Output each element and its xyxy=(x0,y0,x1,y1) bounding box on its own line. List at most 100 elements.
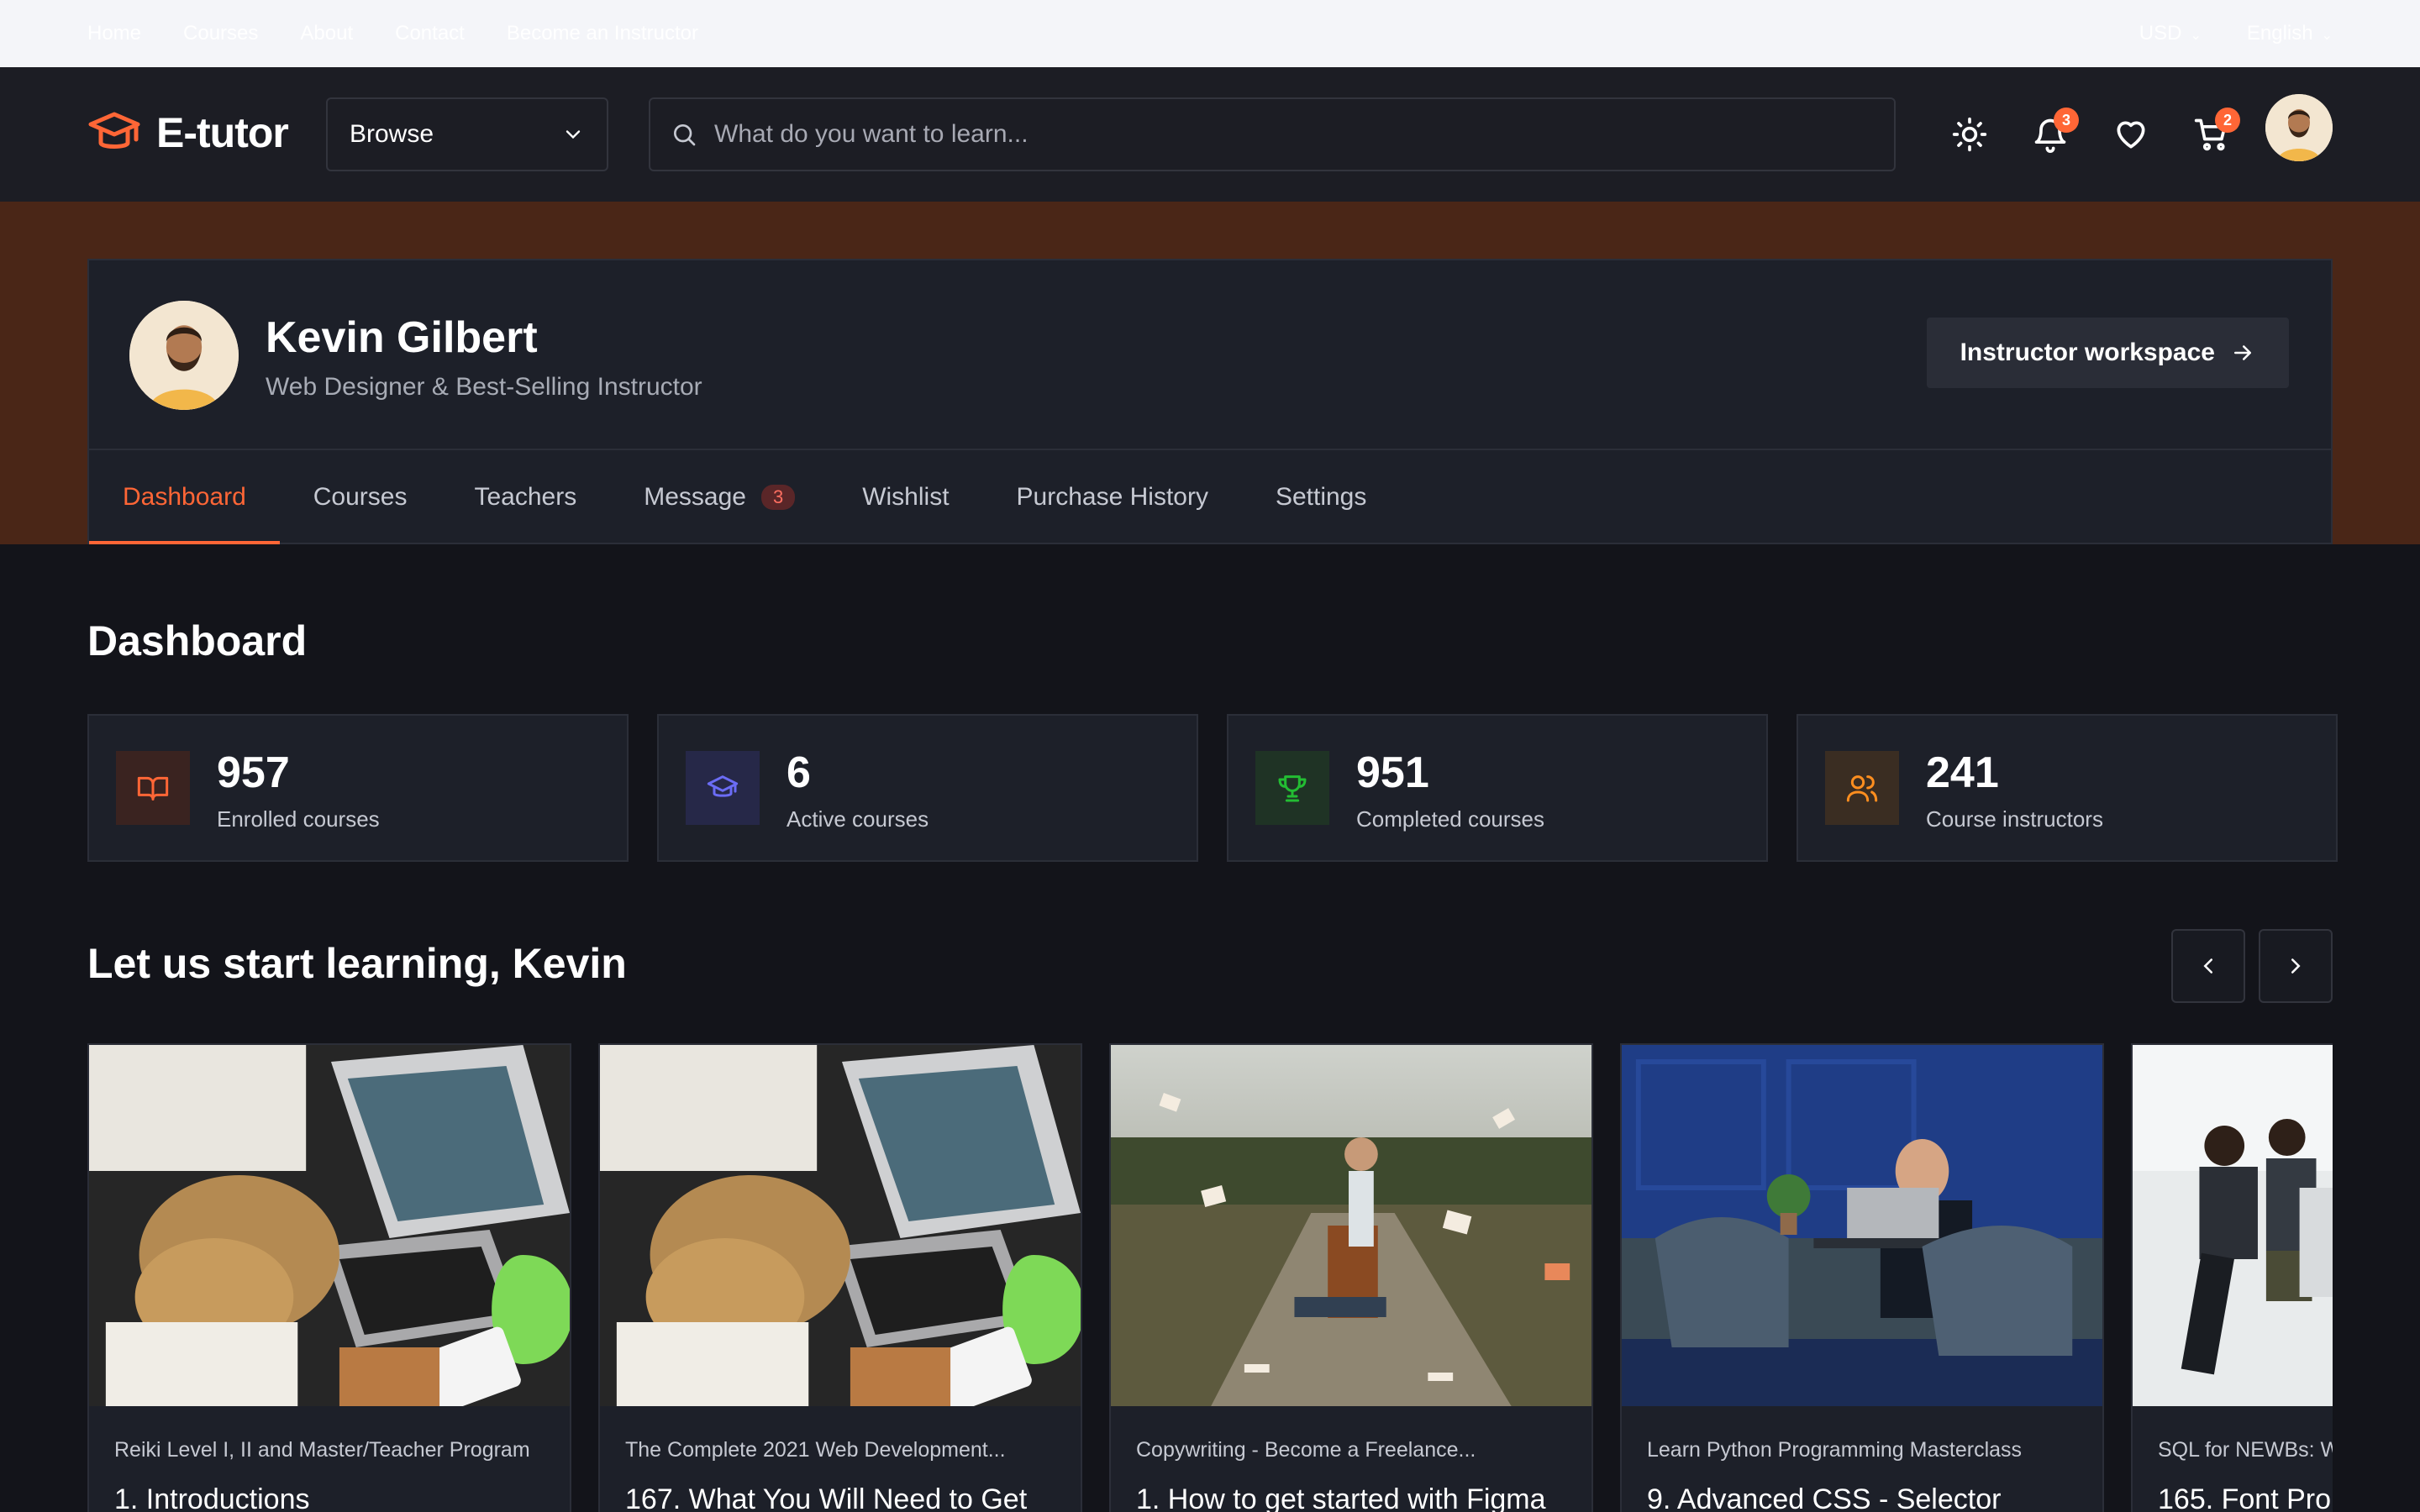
chevron-down-icon xyxy=(566,130,581,139)
stat-value: 6 xyxy=(786,748,811,797)
graduation-cap-icon xyxy=(707,775,739,797)
search-icon xyxy=(674,124,696,146)
course-card[interactable]: The Complete 2021 Web Development... 167… xyxy=(598,1043,1082,1512)
stat-value: 957 xyxy=(217,748,290,797)
stat-icon-box xyxy=(686,751,760,825)
heart-icon xyxy=(2117,121,2145,149)
tab-label: Wishlist xyxy=(862,483,950,511)
course-card[interactable]: Learn Python Programming Masterclass 9. … xyxy=(1620,1043,2104,1512)
course-title: SQL for NEWBs: W xyxy=(2158,1438,2333,1462)
course-thumbnail xyxy=(1622,1045,2102,1406)
tab-label: Message xyxy=(644,483,746,511)
tab-label: Courses xyxy=(313,483,408,511)
cart-button[interactable]: 2 xyxy=(2193,108,2240,156)
carousel-prev-button[interactable] xyxy=(2171,929,2245,1003)
avatar-image xyxy=(129,301,239,410)
chevron-right-icon xyxy=(2291,958,2301,974)
tab-label: Settings xyxy=(1275,483,1367,511)
course-card[interactable]: SQL for NEWBs: W 165. Font Prop xyxy=(2131,1043,2333,1512)
logo-text: E-tutor xyxy=(156,109,289,156)
tab-message[interactable]: Message 3 xyxy=(610,450,829,544)
tab-teachers[interactable]: Teachers xyxy=(440,450,610,544)
top-nav-courses[interactable]: Courses xyxy=(183,22,258,45)
sun-icon xyxy=(1952,117,1987,152)
instructor-workspace-label: Instructor workspace xyxy=(1960,339,2215,366)
top-nav-become-instructor[interactable]: Become an Instructor xyxy=(507,22,698,45)
learning-section-title: Let us start learning, Kevin xyxy=(87,940,627,987)
top-nav-home[interactable]: Home xyxy=(87,22,141,45)
course-title: Learn Python Programming Masterclass xyxy=(1647,1438,2023,1462)
course-carousel: Reiki Level I, II and Master/Teacher Pro… xyxy=(87,1043,2333,1512)
language-select[interactable]: English ⌄ xyxy=(2247,22,2333,45)
stat-icon-box xyxy=(116,751,190,825)
top-nav-about[interactable]: About xyxy=(300,22,353,45)
lesson-title: 1. How to get started with Figma xyxy=(1136,1483,1546,1512)
tab-wishlist[interactable]: Wishlist xyxy=(829,450,982,544)
chevron-down-icon: ⌄ xyxy=(2321,29,2333,43)
profile-header: Kevin Gilbert Web Designer & Best-Sellin… xyxy=(89,260,2331,450)
tab-label: Teachers xyxy=(474,483,577,511)
profile-subtitle: Web Designer & Best-Selling Instructor xyxy=(266,373,702,401)
user-avatar[interactable] xyxy=(2265,94,2333,161)
lesson-title: 9. Advanced CSS - Selector xyxy=(1647,1483,2002,1512)
theme-toggle-button[interactable] xyxy=(1951,116,1991,156)
main-header: E-tutor Browse 3 2 xyxy=(0,67,2420,202)
cart-badge: 2 xyxy=(2215,108,2240,133)
search-box xyxy=(649,97,1896,171)
lesson-title: 165. Font Prop xyxy=(2158,1483,2333,1512)
stat-card-instructors: 241 Course instructors xyxy=(1797,714,2338,862)
lesson-title: 167. What You Will Need to Get xyxy=(625,1483,1028,1512)
stat-card-active: 6 Active courses xyxy=(657,714,1198,862)
currency-select[interactable]: USD ⌄ xyxy=(2139,22,2202,45)
avatar-image xyxy=(2265,94,2333,161)
course-card[interactable]: Copywriting - Become a Freelance... 1. H… xyxy=(1109,1043,1593,1512)
stat-card-completed: 951 Completed courses xyxy=(1227,714,1768,862)
stat-value: 951 xyxy=(1356,748,1429,797)
users-icon xyxy=(1846,775,1878,802)
browse-dropdown[interactable]: Browse xyxy=(326,97,608,171)
stat-icon-box xyxy=(1255,751,1329,825)
profile-card: Kevin Gilbert Web Designer & Best-Sellin… xyxy=(87,259,2333,544)
dashboard-title: Dashboard xyxy=(87,617,308,664)
arrow-right-icon xyxy=(2234,345,2251,360)
wishlist-button[interactable] xyxy=(2112,116,2153,156)
stat-value: 241 xyxy=(1926,748,1999,797)
profile-name: Kevin Gilbert xyxy=(266,313,538,362)
stat-label: Completed courses xyxy=(1356,806,1544,832)
browse-label: Browse xyxy=(350,120,434,148)
book-open-icon xyxy=(137,776,169,801)
trophy-icon xyxy=(1278,775,1307,802)
instructor-workspace-button[interactable]: Instructor workspace xyxy=(1926,318,2289,388)
tab-courses[interactable]: Courses xyxy=(280,450,441,544)
language-value: English xyxy=(2246,22,2313,45)
top-utility-bar: Home Courses About Contact Become an Ins… xyxy=(0,0,2420,67)
notifications-badge: 3 xyxy=(2054,108,2079,133)
course-thumbnail xyxy=(89,1045,570,1406)
tab-purchase-history[interactable]: Purchase History xyxy=(983,450,1242,544)
chevron-left-icon xyxy=(2203,958,2212,974)
profile-avatar xyxy=(129,301,239,410)
tab-label: Purchase History xyxy=(1016,483,1208,511)
graduation-cap-logo-icon xyxy=(88,112,140,149)
carousel-next-button[interactable] xyxy=(2259,929,2333,1003)
tab-settings[interactable]: Settings xyxy=(1242,450,1400,544)
notifications-button[interactable]: 3 xyxy=(2032,108,2079,156)
stats-row: 957 Enrolled courses 6 Active courses 95… xyxy=(87,714,2338,862)
search-input[interactable] xyxy=(714,120,1807,149)
course-title: Copywriting - Become a Freelance... xyxy=(1136,1438,1476,1462)
stat-label: Active courses xyxy=(786,806,929,832)
profile-tabs: Dashboard Courses Teachers Message 3 Wish… xyxy=(89,450,1400,544)
top-nav-contact[interactable]: Contact xyxy=(395,22,465,45)
course-card[interactable]: Reiki Level I, II and Master/Teacher Pro… xyxy=(87,1043,571,1512)
logo[interactable]: E-tutor xyxy=(87,106,289,160)
stat-icon-box xyxy=(1825,751,1899,825)
course-thumbnail xyxy=(1111,1045,1591,1406)
top-bar-right: USD ⌄ English ⌄ xyxy=(2139,0,2333,67)
tab-label: Dashboard xyxy=(123,483,246,511)
currency-value: USD xyxy=(2139,22,2182,45)
top-nav: Home Courses About Contact Become an Ins… xyxy=(87,0,698,67)
course-title: Reiki Level I, II and Master/Teacher Pro… xyxy=(114,1438,530,1462)
course-thumbnail xyxy=(600,1045,1081,1406)
tab-dashboard[interactable]: Dashboard xyxy=(89,450,280,544)
message-count-badge: 3 xyxy=(760,485,796,510)
